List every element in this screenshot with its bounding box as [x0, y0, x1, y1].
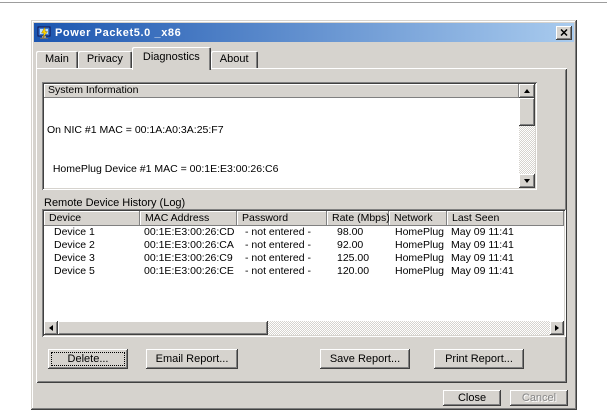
close-icon: [560, 29, 568, 36]
scroll-thumb[interactable]: [58, 321, 268, 335]
cell-rate: 125.00: [337, 252, 370, 264]
table-row[interactable]: Device 1 00:1E:E3:00:26:CD - not entered…: [44, 226, 564, 239]
scroll-track[interactable]: [519, 98, 535, 174]
cell-mac-address: 00:1E:E3:00:26:C9: [144, 252, 233, 264]
scroll-track[interactable]: [58, 321, 550, 335]
system-info-line: HomePlug Device #1 MAC = 00:1E:E3:00:26:…: [47, 162, 279, 175]
close-button[interactable]: Close: [443, 390, 501, 406]
tab-diagnostics-label: Diagnostics: [142, 51, 200, 63]
table-row[interactable]: Device 5 00:1E:E3:00:26:CE - not entered…: [44, 265, 564, 278]
cell-rate: 92.00: [337, 239, 364, 251]
tab-main-label: Main: [45, 53, 69, 65]
table-header-row: Device MAC Address Password Rate (Mbps) …: [44, 211, 564, 226]
system-info-line: On NIC #1 MAC = 00:1A:A0:3A:25:F7: [47, 124, 224, 137]
cell-last-seen: May 09 11:41: [451, 252, 514, 264]
app-icon: [37, 25, 51, 40]
power-packet-window: Power Packet5.0 _x86 Main Privacy Diagno…: [31, 20, 577, 410]
scroll-up-button[interactable]: [519, 84, 535, 98]
cell-password: - not entered -: [245, 226, 311, 238]
system-info-listview: System Information On NIC #1 MAC = 00:1A…: [42, 82, 537, 190]
cell-mac-address: 00:1E:E3:00:26:CD: [144, 226, 235, 238]
tab-main[interactable]: Main: [36, 51, 78, 68]
window-titlebar[interactable]: Power Packet5.0 _x86: [34, 23, 574, 42]
tab-privacy-label: Privacy: [86, 53, 123, 65]
cell-network: HomePlug: [395, 265, 445, 277]
window-title: Power Packet5.0 _x86: [55, 26, 182, 39]
tab-about-label: About: [219, 53, 249, 65]
system-info-column-header[interactable]: System Information: [44, 84, 519, 98]
cell-device: Device 1: [54, 226, 95, 238]
arrow-down-icon: [524, 179, 530, 183]
table-row[interactable]: Device 3 00:1E:E3:00:26:C9 - not entered…: [44, 252, 564, 265]
cell-rate: 98.00: [337, 226, 364, 238]
scroll-down-button[interactable]: [519, 174, 535, 188]
system-info-header-label: System Information: [48, 84, 139, 96]
cell-network: HomePlug: [395, 239, 445, 251]
history-section-label: Remote Device History (Log): [44, 197, 186, 209]
cell-password: - not entered -: [245, 265, 311, 277]
column-header-device[interactable]: Device: [44, 211, 140, 226]
cell-network: HomePlug: [395, 226, 445, 238]
email-report-button[interactable]: Email Report...: [146, 349, 238, 369]
save-report-button[interactable]: Save Report...: [320, 349, 410, 369]
cell-mac-address: 00:1E:E3:00:26:CE: [144, 265, 234, 277]
delete-button[interactable]: Delete...: [48, 349, 128, 369]
diagnostics-tab-page: System Information On NIC #1 MAC = 00:1A…: [36, 68, 567, 383]
arrow-left-icon: [49, 325, 53, 331]
table-horizontal-scrollbar[interactable]: [44, 321, 564, 335]
table-row[interactable]: Device 2 00:1E:E3:00:26:CA - not entered…: [44, 239, 564, 252]
cell-last-seen: May 09 11:41: [451, 239, 514, 251]
column-header-last-seen[interactable]: Last Seen: [447, 211, 564, 226]
arrow-up-icon: [524, 89, 530, 93]
system-info-list: On NIC #1 MAC = 00:1A:A0:3A:25:F7 HomePl…: [44, 98, 519, 188]
cell-device: Device 5: [54, 265, 95, 277]
arrow-right-icon: [555, 325, 559, 331]
cell-device: Device 3: [54, 252, 95, 264]
page-top-rule: [0, 2, 607, 3]
scroll-left-button[interactable]: [44, 321, 58, 335]
cell-password: - not entered -: [245, 252, 311, 264]
tab-privacy[interactable]: Privacy: [77, 51, 132, 68]
scroll-right-button[interactable]: [550, 321, 564, 335]
cell-mac-address: 00:1E:E3:00:26:CA: [144, 239, 234, 251]
column-header-mac-address[interactable]: MAC Address: [140, 211, 237, 226]
cell-last-seen: May 09 11:41: [451, 265, 514, 277]
cell-rate: 120.00: [337, 265, 370, 277]
tab-about[interactable]: About: [210, 51, 258, 68]
scroll-thumb[interactable]: [519, 98, 535, 126]
column-header-rate[interactable]: Rate (Mbps): [327, 211, 389, 226]
print-report-button[interactable]: Print Report...: [434, 349, 524, 369]
tab-diagnostics[interactable]: Diagnostics: [131, 47, 211, 70]
cell-device: Device 2: [54, 239, 95, 251]
system-info-vertical-scrollbar[interactable]: [519, 84, 535, 188]
device-history-table: Device MAC Address Password Rate (Mbps) …: [42, 209, 566, 337]
cell-last-seen: May 09 11:41: [451, 226, 514, 238]
column-header-password[interactable]: Password: [237, 211, 327, 226]
cancel-button: Cancel: [510, 390, 568, 406]
cell-network: HomePlug: [395, 252, 445, 264]
column-header-network[interactable]: Network: [389, 211, 447, 226]
cell-password: - not entered -: [245, 239, 311, 251]
tab-bar: Main Privacy Diagnostics About: [36, 47, 258, 70]
table-body: Device 1 00:1E:E3:00:26:CD - not entered…: [44, 226, 564, 321]
window-close-button[interactable]: [556, 25, 572, 40]
